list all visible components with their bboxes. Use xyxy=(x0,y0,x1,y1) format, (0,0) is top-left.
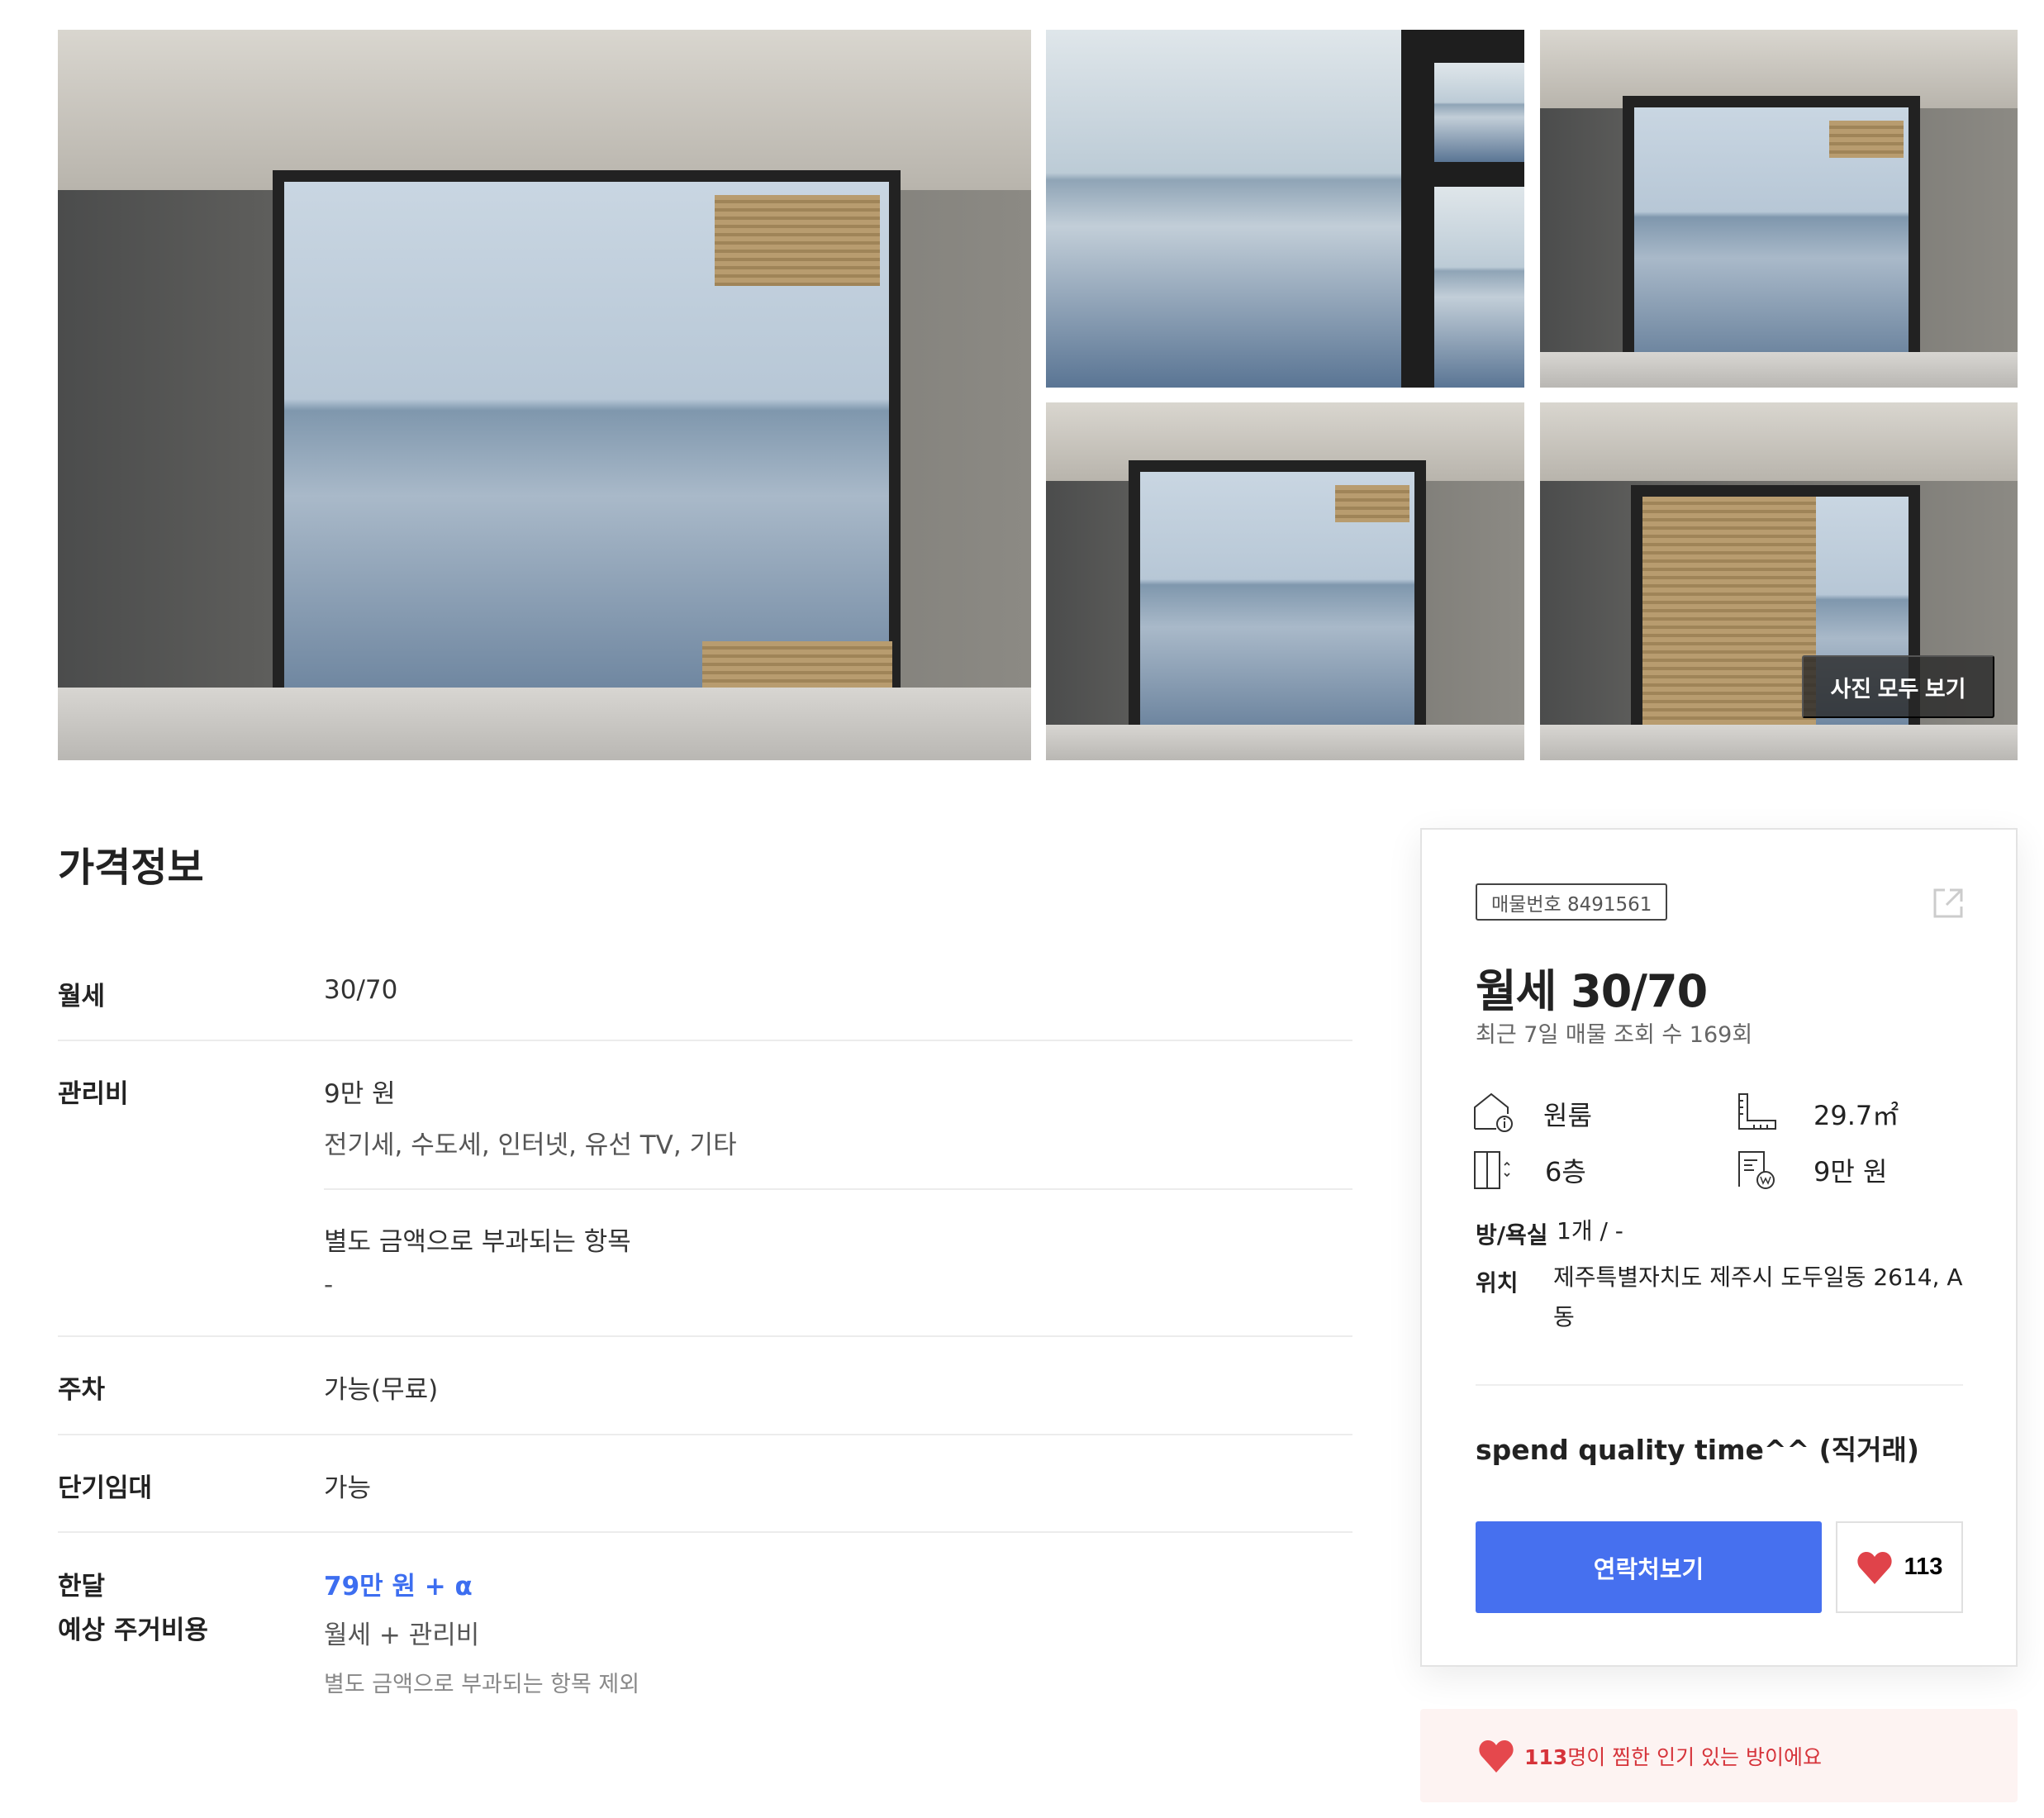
photo-4[interactable] xyxy=(1046,402,1524,760)
row-label-monthly-cost: 한달 xyxy=(58,1572,106,1601)
listing-title: spend quality time^^ (직거래) xyxy=(1476,1434,1919,1466)
view-contact-button[interactable]: 연락처보기 xyxy=(1476,1521,1822,1613)
row-label-monthly-cost-2: 예상 주거비용 xyxy=(58,1616,208,1645)
rooms-value: 1개 / - xyxy=(1557,1217,1623,1245)
photo-2[interactable] xyxy=(1046,30,1524,388)
row-value-maintenance: 9만 원 xyxy=(324,1079,396,1109)
row-label-rent: 월세 xyxy=(58,982,106,1011)
maintenance-items: 전기세, 수도세, 인터넷, 유선 TV, 기타 xyxy=(324,1130,737,1160)
floor-icon xyxy=(1474,1151,1510,1189)
divider xyxy=(58,1040,1352,1041)
divider xyxy=(324,1188,1352,1190)
floor: 6층 xyxy=(1545,1156,1586,1187)
divider xyxy=(58,1335,1352,1337)
like-count: 113 xyxy=(1904,1554,1943,1580)
row-label-short-term: 단기임대 xyxy=(58,1473,153,1503)
section-title: 가격정보 xyxy=(58,845,204,891)
maintenance-fee-icon xyxy=(1738,1151,1775,1189)
popular-banner: 113명이 찜한 인기 있는 방이에요 xyxy=(1420,1709,2018,1802)
row-label-parking: 주차 xyxy=(58,1375,106,1405)
location-value: 제주특별자치도 제주시 도두일동 2614, A동 xyxy=(1553,1264,1963,1330)
view-count: 최근 7일 매물 조회 수 169회 xyxy=(1476,1022,1753,1048)
divider xyxy=(58,1434,1352,1435)
maintenance-fee: 9만 원 xyxy=(1813,1156,1888,1187)
monthly-cost-note: 별도 금액으로 부과되는 항목 제외 xyxy=(324,1672,640,1697)
rooms-label: 방/욕실 xyxy=(1476,1221,1548,1249)
heart-icon xyxy=(1856,1551,1892,1584)
monthly-cost-value: 79만 원 + α xyxy=(324,1572,473,1601)
view-all-photos-button[interactable]: 사진 모두 보기 xyxy=(1802,655,1994,718)
row-value-rent: 30/70 xyxy=(324,975,398,1005)
listing-number-badge: 매물번호 8491561 xyxy=(1476,883,1668,921)
row-value-short-term: 가능 xyxy=(324,1473,372,1503)
share-icon[interactable] xyxy=(1932,887,1965,920)
row-value-parking: 가능(무료) xyxy=(324,1375,439,1405)
divider xyxy=(1476,1384,1963,1386)
main-photo[interactable] xyxy=(58,30,1031,760)
heart-icon xyxy=(1479,1739,1514,1773)
area-ruler-icon xyxy=(1738,1093,1776,1130)
row-label-maintenance: 관리비 xyxy=(58,1079,129,1109)
card-title: 월세 30/70 xyxy=(1476,965,1708,1017)
divider xyxy=(58,1531,1352,1533)
separate-charges-value: - xyxy=(324,1270,334,1300)
like-button[interactable]: 113 xyxy=(1836,1521,1963,1613)
monthly-cost-breakdown: 월세 + 관리비 xyxy=(324,1620,480,1650)
room-type: 원룸 xyxy=(1543,1100,1592,1131)
location-label: 위치 xyxy=(1476,1269,1519,1297)
popular-text: 명이 찜한 인기 있는 방이에요 xyxy=(1567,1744,1822,1769)
popular-count: 113 xyxy=(1524,1744,1568,1769)
area: 29.7㎡ xyxy=(1813,1100,1899,1131)
room-type-icon xyxy=(1474,1092,1513,1132)
photo-3[interactable] xyxy=(1540,30,2018,388)
separate-charges-label: 별도 금액으로 부과되는 항목 xyxy=(324,1227,631,1257)
